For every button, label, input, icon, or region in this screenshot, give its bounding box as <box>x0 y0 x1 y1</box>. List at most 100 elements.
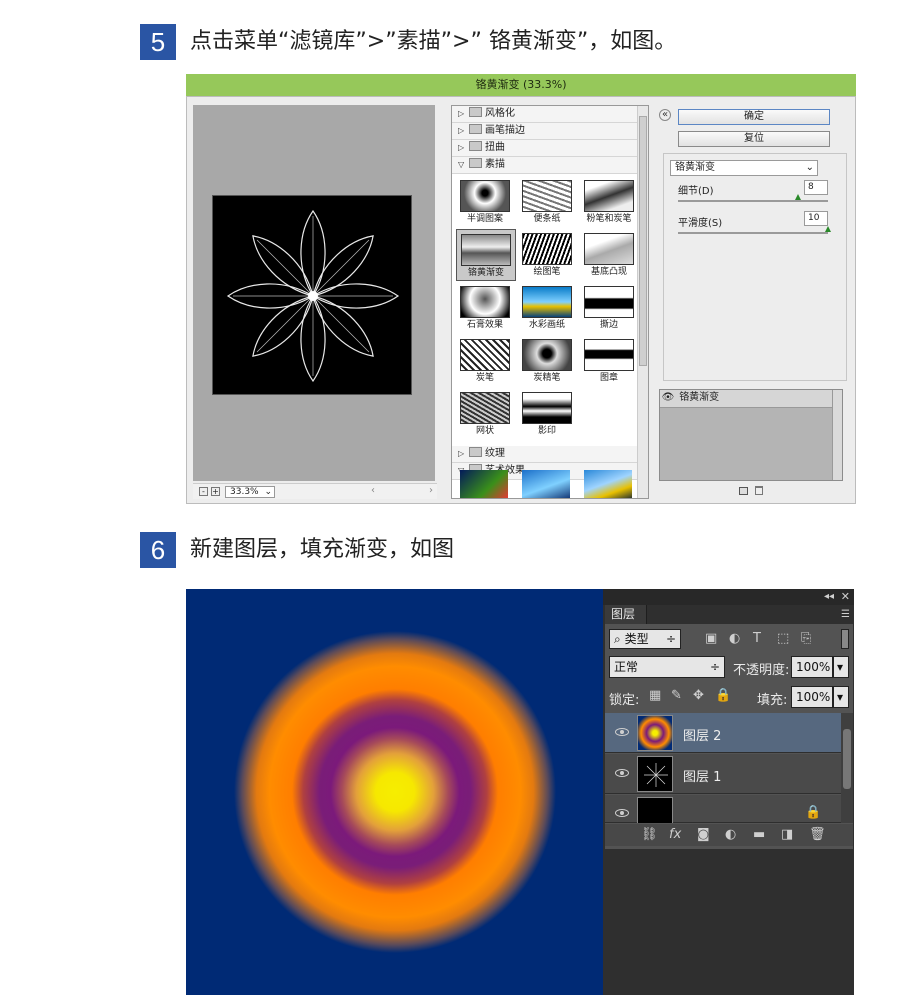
filter-preview-image <box>460 339 510 371</box>
adjustment-filter-icon[interactable]: ◐ <box>729 631 740 647</box>
filter-thumbnail[interactable]: 图章 <box>580 335 638 385</box>
filter-thumbnail[interactable]: 撕边 <box>580 282 638 332</box>
filter-category[interactable]: ▷ 扭曲 <box>452 140 648 157</box>
smoothness-slider[interactable] <box>678 232 828 234</box>
lock-position-icon[interactable]: ✥ <box>693 688 704 704</box>
scroll-right-icon[interactable]: › <box>429 485 433 496</box>
layer-list-scrollbar[interactable] <box>841 713 853 823</box>
eye-icon[interactable]: 👁 <box>660 390 676 406</box>
chevron-down-icon: ⌄ <box>805 162 814 173</box>
filter-thumbnail[interactable]: 炭笔 <box>456 335 514 385</box>
filter-category[interactable]: ▷ 画笔描边 <box>452 123 648 140</box>
layer-row-background[interactable]: 🔒 <box>605 795 841 823</box>
filter-list-scrollbar[interactable] <box>637 106 648 498</box>
detail-slider[interactable] <box>678 200 828 202</box>
opacity-dropdown[interactable]: ▾ <box>833 656 849 678</box>
lock-transparency-icon[interactable]: ▦ <box>649 688 661 704</box>
filter-select-value: 铬黄渐变 <box>675 162 715 173</box>
filter-category[interactable]: ▷ 纹理 <box>452 446 648 463</box>
filter-thumbnail[interactable]: 影印 <box>518 388 576 438</box>
filter-thumbnail-label: 撕边 <box>599 320 618 330</box>
eye-icon[interactable] <box>615 769 629 777</box>
panel-menu-icon[interactable]: ☰ <box>841 607 850 623</box>
new-layer-icon[interactable]: ◨ <box>781 827 793 843</box>
filter-preview-image <box>584 286 634 318</box>
flower-thumb-icon <box>644 763 668 787</box>
filter-category[interactable]: ▽ 素描 <box>452 157 648 174</box>
smoothness-slider-knob[interactable] <box>825 226 831 232</box>
shape-filter-icon[interactable]: ⬚ <box>777 631 789 647</box>
smoothness-input[interactable]: 10 <box>804 211 828 226</box>
document-canvas[interactable] <box>186 589 606 995</box>
filter-thumbnail[interactable]: 便条纸 <box>518 176 576 226</box>
new-group-icon[interactable]: ▬ <box>753 827 765 843</box>
collapse-panel-icon[interactable]: ◂◂ <box>824 589 834 605</box>
filter-toggle[interactable] <box>841 629 849 649</box>
filter-preview-image <box>584 233 634 265</box>
blend-mode-select[interactable]: 正常 ÷ <box>609 656 725 678</box>
filter-thumbnail-label: 铬黄渐变 <box>467 268 504 278</box>
filter-thumbnail[interactable]: 石膏效果 <box>456 282 514 332</box>
layer-1-name: 图层 1 <box>683 770 722 785</box>
art-thumb-1[interactable] <box>460 470 508 498</box>
delete-effect-layer-icon[interactable] <box>755 486 763 495</box>
smart-object-filter-icon[interactable]: ⎘ <box>801 631 811 647</box>
filter-thumbnail[interactable]: 半调图案 <box>456 176 514 226</box>
pixel-filter-icon[interactable]: ▣ <box>705 631 717 647</box>
opacity-input[interactable]: 100% <box>791 656 833 678</box>
filter-thumbnail[interactable]: 铬黄渐变 <box>456 229 516 281</box>
collapse-icon[interactable]: « <box>659 109 671 121</box>
filter-select[interactable]: 铬黄渐变 ⌄ <box>670 160 818 176</box>
detail-slider-knob[interactable] <box>795 194 801 200</box>
link-layers-icon[interactable]: ⛓ <box>641 827 658 843</box>
layer-1-thumbnail <box>637 756 673 792</box>
filter-thumbnail[interactable]: 基底凸现 <box>580 229 638 279</box>
filter-list: ▷ 风格化 ▷ 画笔描边 ▷ 扭曲 ▽ 素描 半调图案 便条纸 粉笔和炭笔铬黄渐变 绘图笔 基底凸现石… <box>451 105 649 499</box>
layer-row-2[interactable]: 图层 2 <box>605 713 841 753</box>
filter-thumbnail[interactable]: 水彩画纸 <box>518 282 576 332</box>
type-filter-icon[interactable]: T <box>753 631 761 647</box>
layer-row-1[interactable]: 图层 1 <box>605 754 841 794</box>
filter-category-label: 纹理 <box>485 448 505 459</box>
filter-preview-image <box>522 233 572 265</box>
blend-mode-value: 正常 <box>614 660 639 674</box>
delete-layer-icon[interactable]: 🗑 <box>809 827 826 843</box>
eye-icon[interactable] <box>615 809 629 817</box>
filter-thumbnail[interactable]: 网状 <box>456 388 514 438</box>
zoom-out-button[interactable]: - <box>199 487 208 496</box>
ok-button[interactable]: 确定 <box>678 109 830 125</box>
filter-thumbnail[interactable]: 绘图笔 <box>518 229 576 279</box>
lock-all-icon[interactable]: 🔒 <box>715 688 731 704</box>
adjustment-layer-icon[interactable]: ◐ <box>725 827 736 843</box>
filter-thumbnail-label: 绘图笔 <box>533 267 561 277</box>
fill-dropdown[interactable]: ▾ <box>833 686 849 708</box>
new-effect-layer-icon[interactable] <box>739 487 748 495</box>
scrollbar-thumb[interactable] <box>843 729 851 789</box>
detail-input[interactable]: 8 <box>804 180 828 195</box>
add-mask-icon[interactable]: ◙ <box>697 827 710 843</box>
scroll-left-icon[interactable]: ‹ <box>371 485 375 496</box>
reset-button[interactable]: 复位 <box>678 131 830 147</box>
effect-layer-scrollbar[interactable] <box>832 390 842 480</box>
filter-preview-image <box>522 180 572 212</box>
folder-icon <box>469 158 482 168</box>
lock-pixels-icon[interactable]: ✎ <box>671 688 682 704</box>
layer-kind-filter[interactable]: ⌕ 类型 ÷ <box>609 629 681 649</box>
filter-thumbnail[interactable]: 粉笔和炭笔 <box>580 176 638 226</box>
effect-layer-name: 铬黄渐变 <box>679 392 720 403</box>
layer-list: 图层 2 图层 1 🔒 <box>605 713 841 823</box>
fill-input[interactable]: 100% <box>791 686 833 708</box>
close-icon[interactable]: ✕ <box>841 589 850 605</box>
filter-thumbnail[interactable]: 炭精笔 <box>518 335 576 385</box>
eye-icon[interactable] <box>615 728 629 736</box>
tab-layers[interactable]: 图层 <box>605 605 647 624</box>
fx-icon[interactable]: fx <box>669 827 681 843</box>
filter-category[interactable]: ▷ 风格化 <box>452 106 648 123</box>
zoom-select[interactable]: 33.3% ⌄ <box>225 486 275 498</box>
art-thumb-2[interactable] <box>522 470 570 498</box>
filter-preview-image <box>460 392 510 424</box>
effect-layer-row[interactable]: 👁 铬黄渐变 <box>660 390 832 408</box>
scrollbar-thumb[interactable] <box>639 116 647 366</box>
art-thumb-3[interactable] <box>584 470 632 498</box>
zoom-in-button[interactable]: + <box>211 487 220 496</box>
